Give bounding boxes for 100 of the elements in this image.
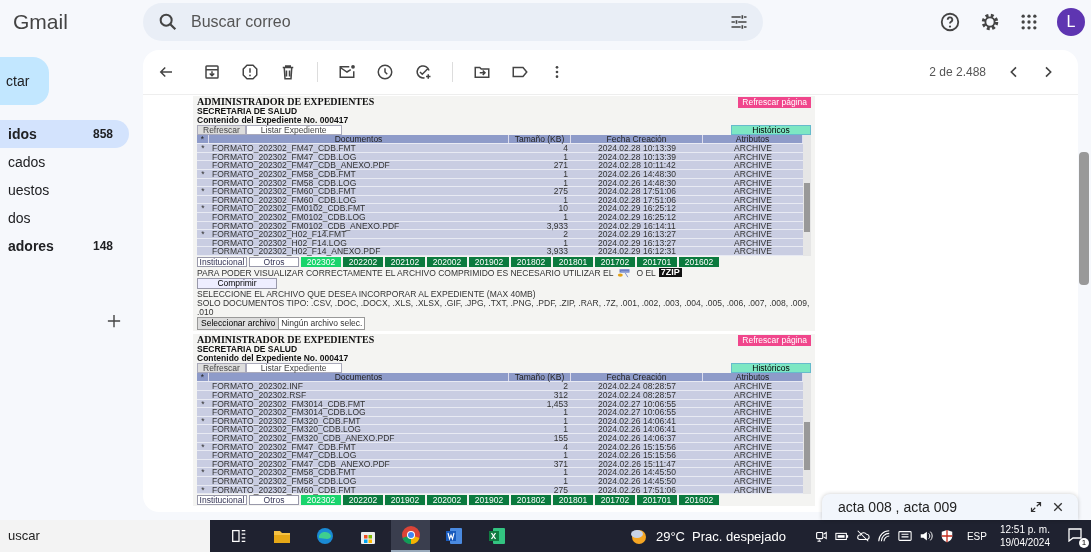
table-cell-text: ARCHIVE [733,178,773,187]
period-button[interactable]: 201602 [679,256,719,267]
table-cell-text: 2024.02.26 15:15:56 [597,442,677,451]
table-cell-text: 2024.02.29 16:25:12 [597,212,677,221]
meet-camera-icon[interactable] [813,529,828,543]
or-label: O EL [636,268,656,278]
sidebar-item[interactable]: idos 858 [0,120,129,148]
app-title: ADMINISTRADOR DE EXPEDIENTES [197,97,375,107]
table-cell-text: 2024.02.29 16:14:11 [597,221,677,230]
table-cell-text: 2024.02.26 15:11:47 [597,459,677,468]
apps-grid-icon[interactable] [1019,12,1039,32]
period-button[interactable]: 201702 [595,256,635,267]
table-cell-text: 2024.02.26 14:48:30 [597,178,677,187]
choose-file-button[interactable]: Seleccionar archivo [198,318,280,330]
table-cell-text: 2024.02.24 08:28:57 [597,391,677,399]
period-button[interactable]: 201902 [385,495,425,506]
row-marker: * [200,442,206,451]
file-number-label: Contenido del Expediente No. 000417 [197,353,350,363]
keyboard-icon[interactable] [897,529,912,543]
archive-icon[interactable] [203,63,221,81]
period-button[interactable]: 201801 [553,256,593,267]
period-button[interactable]: 201702 [595,495,635,506]
add-label-icon[interactable] [107,314,121,328]
table-cell-text: FORMATO_202302_FM58_CDB.LOG [211,178,358,187]
period-button[interactable]: 201902 [469,256,509,267]
period-button[interactable]: 202202 [343,495,383,506]
compose-button[interactable]: ctar [0,57,49,105]
sidebar-item[interactable]: uestos [0,176,129,204]
table-cell-text: 1 [562,451,569,459]
table-scrollbar[interactable] [803,373,811,495]
period-button[interactable]: 201701 [637,256,677,267]
sidebar-item[interactable]: adores 148 [0,232,129,260]
table-cell-text: ARCHIVE [733,416,773,425]
gmail-logo[interactable]: Gmail [0,10,143,34]
table-cell-text: 1 [562,195,569,204]
refresh-page-button[interactable]: Refrescar página [738,97,811,108]
period-button[interactable]: 201602 [679,495,719,506]
table-cell-text: 2024.02.29 16:13:27 [597,238,677,247]
period-button[interactable]: 201701 [637,495,677,506]
minimized-draft[interactable]: acta 008 , acta 009 [822,494,1078,520]
compress-button[interactable]: Comprimir [197,277,277,289]
file-number-label: Contenido del Expediente No. 000417 [197,115,350,125]
snooze-clock-icon[interactable] [376,63,394,81]
table-cell-text: FORMATO_202302_FM47_CDB_ANEXO.PDF [211,459,391,468]
table-cell-text: ARCHIVE [733,161,773,169]
refresh-page-button[interactable]: Refrescar página [738,335,811,347]
volume-icon[interactable] [918,529,933,543]
row-marker: * [200,468,206,476]
table-cell-text: FORMATO_202302.INF [211,382,304,391]
taskbar-clock[interactable]: 12:51 p. m. 19/04/2024 [999,523,1050,549]
notification-button[interactable]: 1 [1067,526,1087,546]
period-button[interactable]: 202002 [427,256,467,267]
wifi-icon[interactable] [876,529,891,543]
table-cell-text: 2024.02.26 14:48:30 [597,169,677,178]
period-button[interactable]: 202002 [427,495,467,506]
column-header: Tamaño (KB) [509,135,571,144]
weather-condition[interactable]: Prac. despejado [691,528,786,544]
table-cell-text: ARCHIVE [733,442,773,451]
filter-options-icon[interactable] [729,12,749,32]
mark-unread-icon[interactable] [338,63,356,81]
table-cell-text: ARCHIVE [733,247,773,255]
table-scrollbar[interactable] [803,135,811,256]
table-cell-text: 2024.02.26 14:45:50 [597,477,677,485]
filter-button[interactable]: Otros [249,495,299,506]
table-cell-text: 2024.02.28 10:13:39 [597,144,677,152]
temperature[interactable]: 29°C [655,528,685,544]
period-button[interactable]: 202202 [343,256,383,267]
filter-button[interactable]: Institucional [197,256,247,267]
security-shield-icon[interactable] [939,529,954,543]
period-button[interactable]: 202102 [385,256,425,267]
table-cell-text: 4 [562,442,569,451]
period-button[interactable]: 201802 [511,495,551,506]
search-icon[interactable] [157,11,179,33]
expand-icon[interactable] [1030,501,1042,513]
table-cell-text: FORMATO_202302_FM3014_CDB.FMT [211,399,367,408]
cloud-off-icon[interactable] [855,529,870,543]
taskbar-app[interactable] [391,520,430,552]
taskbar-search-field[interactable]: uscar [0,520,210,552]
close-icon[interactable] [1052,501,1064,513]
filter-button[interactable]: Otros [249,256,299,267]
search-field[interactable]: Buscar correo [189,12,719,32]
report-spam-icon[interactable] [241,63,259,81]
filter-button[interactable]: Institucional [197,495,247,506]
period-button[interactable]: 201802 [511,256,551,267]
period-button[interactable]: 201801 [553,495,593,506]
sidebar-item[interactable]: dos [0,204,129,232]
column-header: * [197,373,209,382]
table-cell-text: FORMATO_202302_H02_F14.LOG [211,238,348,247]
table-cell-text: ARCHIVE [733,468,773,476]
search-bar[interactable]: Buscar correo [143,3,763,41]
period-button[interactable]: 201902 [469,495,509,506]
table-cell-text: ARCHIVE [733,477,773,485]
table-cell-text: 2 [563,230,569,238]
input-language[interactable]: ESP [966,530,987,542]
sidebar-item[interactable]: cados [0,148,129,176]
zip-logo[interactable]: 7ZIP [658,268,682,278]
account-avatar[interactable]: L [1057,8,1085,36]
help-icon[interactable] [939,11,961,33]
settings-icon[interactable] [979,11,1001,33]
add-task-icon[interactable] [414,63,432,81]
